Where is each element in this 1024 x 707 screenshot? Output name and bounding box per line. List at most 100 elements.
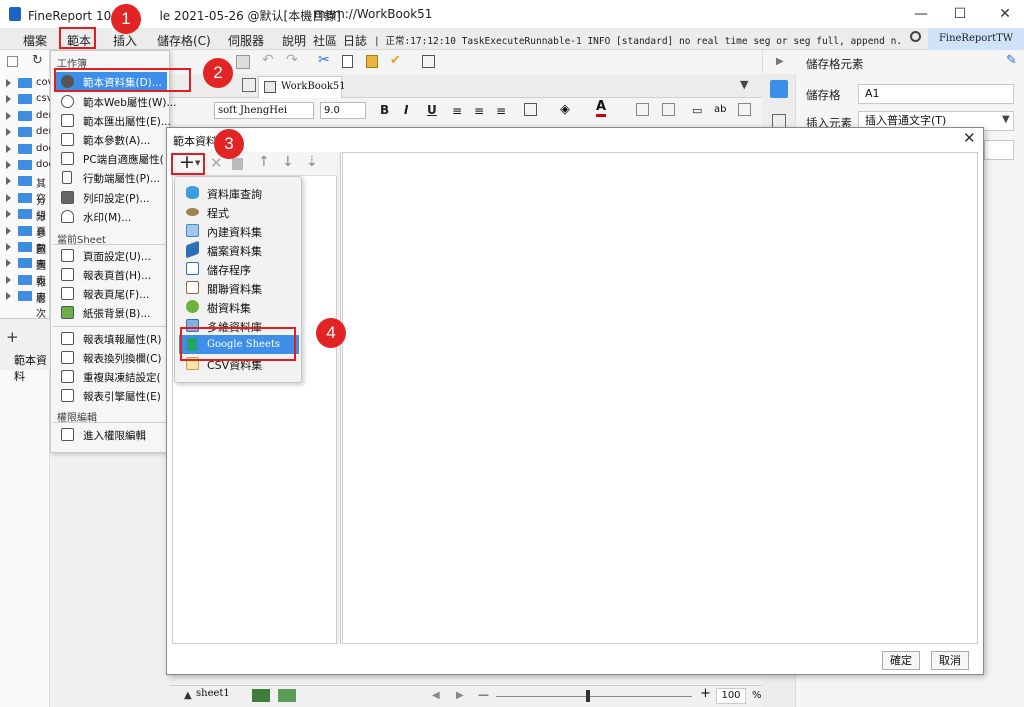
copy-icon[interactable] [342,55,353,68]
menu-item-db-query[interactable]: 資料庫查詢 [179,183,299,202]
expand-arrow-icon[interactable] [6,161,11,169]
move-up-icon[interactable]: ↑ [258,154,270,170]
scroll-right-icon[interactable]: ▶ [456,690,464,701]
menu-item-file-dataset[interactable]: 檔案資料集 [179,240,299,259]
expand-arrow-icon[interactable] [6,111,11,120]
menu-item-mobile-attributes[interactable]: 行動端屬性(P)... [55,168,167,187]
merge-cells-icon[interactable] [636,103,649,116]
format-painter-icon[interactable]: ✔ [390,53,401,68]
expand-arrow-icon[interactable] [6,259,11,268]
add-sheet-icon[interactable] [252,689,270,702]
tab-list-icon[interactable]: ▼ [740,78,748,91]
sheet-menu-icon[interactable]: ▲ [184,690,192,701]
menu-community[interactable]: 社區 [313,32,337,49]
menu-item-paper-background[interactable]: 紙張背景(B)... [55,303,167,322]
cell-element-icon[interactable] [770,80,788,98]
cut-icon[interactable]: ✂ [318,52,330,68]
menu-item-pc-adaptive[interactable]: PC端自適應屬性( [55,149,167,168]
font-size-select[interactable]: 9.0 [320,102,366,119]
new-folder-icon[interactable] [7,56,18,67]
paste-icon[interactable] [366,55,378,68]
expand-arrow-icon[interactable] [6,177,11,186]
edit-pencil-icon[interactable]: ✎ [1006,53,1017,68]
menu-cell[interactable]: 儲存格(C) [157,32,211,49]
zoom-out-button[interactable]: — [478,688,489,701]
menu-item-print-settings[interactable]: 列印設定(P)... [55,188,167,207]
menu-file[interactable]: 檔案 [23,32,47,49]
ok-button[interactable]: 確定 [882,651,920,670]
expand-arrow-icon[interactable] [6,275,11,284]
menu-item-template-parameters[interactable]: 範本參數(A)... [55,130,167,149]
tree-item-label[interactable]: 層次 [36,290,50,320]
menu-item-fill-attributes[interactable]: 報表填報屬性(R) [55,329,167,348]
zoom-level-input[interactable]: 100 [716,688,746,704]
splitter[interactable] [337,152,341,644]
menu-item-repeat-freeze[interactable]: 重複與凍結設定( [55,367,167,386]
cell-content-input[interactable] [984,140,1014,160]
menu-insert[interactable]: 插入 [113,32,137,49]
expand-arrow-icon[interactable] [6,144,11,153]
cell-address-input[interactable]: A1 [858,84,1014,104]
border-icon[interactable] [524,103,537,116]
refresh-icon[interactable]: ↻ [32,53,43,68]
align-right-icon[interactable]: ≡ [496,104,506,118]
dialog-close-button[interactable]: ✕ [963,129,976,147]
align-left-icon[interactable]: ≡ [452,104,462,118]
menu-item-engine-attributes[interactable]: 報表引擎屬性(E) [55,386,167,405]
sort-icon[interactable]: ⇣ [306,154,318,170]
menu-item-export-attributes[interactable]: 範本匯出屬性(E)... [55,111,171,130]
expand-arrow-icon[interactable] [6,210,11,219]
cell-attribute-icon[interactable] [772,114,786,128]
fill-color-icon[interactable]: ◈ [560,102,570,117]
font-family-select[interactable]: soft JhengHei [214,102,314,119]
align-center-icon[interactable]: ≡ [474,104,484,118]
close-window-button[interactable]: ✕ [990,4,1020,24]
tab-workbook51[interactable]: WorkBook51 [258,76,346,98]
zoom-slider-thumb[interactable] [586,690,590,702]
menu-help[interactable]: 說明 [282,32,306,49]
menu-server[interactable]: 伺服器 [228,32,264,49]
scroll-left-icon[interactable]: ◀ [432,690,440,701]
new-template-icon[interactable] [242,78,256,92]
zoom-in-button[interactable]: + [700,686,711,701]
sheet1-tab[interactable]: sheet1 [196,688,230,699]
split-cells-icon[interactable] [662,103,675,116]
cancel-button[interactable]: 取消 [931,651,969,670]
chevron-down-icon[interactable]: ▼ [1002,114,1010,125]
menu-item-enter-auth-edit[interactable]: 進入權限編輯 [55,425,167,444]
redo-icon[interactable]: ↷ [286,52,298,68]
menu-item-report-footer[interactable]: 報表頁尾(F)... [55,284,167,303]
menu-item-web-attributes[interactable]: 範本Web屬性(W)... [55,92,176,111]
menu-item-builtin-dataset[interactable]: 內建資料集 [179,221,299,240]
italic-button[interactable]: I [404,103,408,117]
copy-dataset-icon[interactable] [232,158,243,170]
style-icon[interactable] [738,103,751,116]
expand-arrow-icon[interactable] [6,243,11,251]
collapse-arrow-icon[interactable]: ▶ [776,56,784,67]
move-down-icon[interactable]: ↓ [282,154,294,170]
preview-icon[interactable] [422,55,435,68]
menu-item-stored-procedure[interactable]: 儲存程序 [179,259,299,278]
text-ab-icon[interactable]: ab [714,104,726,115]
expand-arrow-icon[interactable] [6,226,11,235]
expand-arrow-icon[interactable] [6,95,11,104]
expand-arrow-icon[interactable] [6,79,11,87]
search-icon[interactable] [910,31,921,42]
menu-item-relation-dataset[interactable]: 關聯資料集 [179,278,299,297]
expand-arrow-icon[interactable] [6,292,11,301]
underline-button[interactable]: U [427,103,437,117]
menu-item-page-setup[interactable]: 頁面設定(U)... [55,246,167,265]
add-poly-sheet-icon[interactable] [278,689,296,702]
menu-item-row-column-break[interactable]: 報表換列換欄(C) [55,348,167,367]
maximize-button[interactable]: ☐ [945,4,975,24]
wrap-text-icon[interactable]: ▭ [692,104,702,117]
save-icon[interactable] [236,55,250,69]
expand-arrow-icon[interactable] [6,128,11,137]
menu-item-report-header[interactable]: 報表頁首(H)... [55,265,167,284]
zoom-slider-track[interactable] [496,696,692,697]
expand-arrow-icon[interactable] [6,193,11,202]
bold-button[interactable]: B [380,103,389,117]
menu-item-tree-dataset[interactable]: 樹資料集 [179,297,299,316]
menu-item-watermark[interactable]: 水印(M)... [55,207,167,226]
add-dataset-icon[interactable]: + [6,328,19,346]
